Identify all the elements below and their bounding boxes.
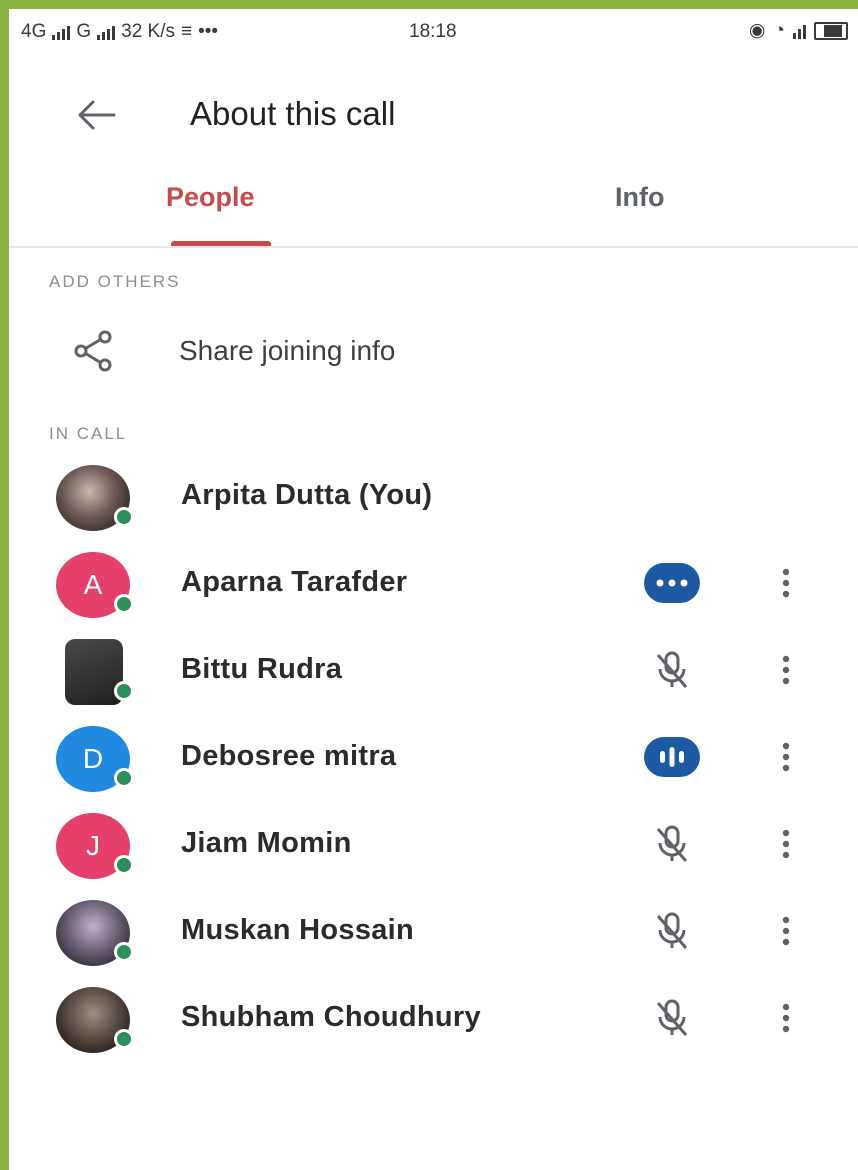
- online-indicator: [114, 507, 134, 527]
- participant-name: Aparna Tarafder: [181, 566, 408, 598]
- audio-status: [643, 993, 701, 1043]
- share-joining-info-row[interactable]: Share joining info: [9, 309, 858, 389]
- more-options-button[interactable]: [771, 647, 801, 693]
- participant-row[interactable]: D Debosree mitra: [9, 720, 858, 804]
- tab-bar: People Info: [9, 164, 858, 248]
- online-indicator: [114, 855, 134, 875]
- more-options-button[interactable]: [771, 560, 801, 606]
- alarm-icon: ◉: [748, 20, 766, 41]
- more-vert-icon: [782, 829, 790, 859]
- more-vert-icon: [782, 742, 790, 772]
- network-speed: 32 K/s: [121, 21, 176, 42]
- status-left: 4G G 32 K/s ≡ •••: [21, 21, 218, 43]
- participant-name: Arpita Dutta (You): [181, 479, 433, 511]
- status-right: ◉ ◔: [749, 19, 848, 42]
- participant-row[interactable]: Arpita Dutta (You): [9, 459, 858, 543]
- more-options-button[interactable]: [771, 908, 801, 954]
- signal-icon-3: [793, 23, 806, 39]
- audio-status: [643, 906, 701, 956]
- audio-active-icon: [644, 563, 700, 603]
- online-indicator: [114, 942, 134, 962]
- participant-name: Bittu Rudra: [181, 653, 343, 685]
- tab-people[interactable]: People: [166, 182, 255, 213]
- active-tab-indicator: [171, 241, 271, 246]
- online-indicator: [114, 594, 134, 614]
- section-label-add-others: ADD OTHERS: [49, 272, 181, 291]
- more-options-button[interactable]: [771, 821, 801, 867]
- more-options-button[interactable]: [771, 734, 801, 780]
- participant-name: Shubham Choudhury: [181, 1001, 481, 1033]
- participant-name: Muskan Hossain: [181, 914, 415, 946]
- more-vert-icon: [782, 655, 790, 685]
- status-bar: 4G G 32 K/s ≡ ••• 18:18 ◉ ◔: [9, 9, 858, 55]
- section-label-in-call: IN CALL: [49, 424, 128, 443]
- online-indicator: [114, 681, 134, 701]
- audio-status: [643, 558, 701, 608]
- audio-status: [643, 645, 701, 695]
- share-joining-info-label: Share joining info: [179, 335, 396, 366]
- participant-row[interactable]: Bittu Rudra: [9, 633, 858, 717]
- more-vert-icon: [782, 1003, 790, 1033]
- participant-name: Debosree mitra: [181, 740, 397, 772]
- mic-off-icon: [656, 651, 688, 688]
- page-title: About this call: [190, 95, 396, 132]
- audio-status: [643, 732, 701, 782]
- app-header: About this call: [9, 69, 858, 159]
- clock: 18:18: [409, 21, 457, 42]
- tab-info[interactable]: Info: [615, 182, 664, 213]
- share-icon: [74, 330, 112, 372]
- participant-row[interactable]: A Aparna Tarafder: [9, 546, 858, 630]
- mic-off-icon: [656, 825, 688, 862]
- more-vert-icon: [782, 568, 790, 598]
- participant-row[interactable]: Shubham Choudhury: [9, 981, 858, 1065]
- mic-off-icon: [656, 912, 688, 949]
- participant-name: Jiam Momin: [181, 827, 352, 859]
- speaking-icon: [644, 737, 700, 777]
- more-notifications: •••: [198, 21, 219, 42]
- signal-icon: [52, 24, 71, 40]
- network-type-1: 4G: [21, 21, 47, 42]
- menu-icon: ≡: [181, 21, 193, 42]
- arrow-back-icon: [78, 100, 116, 130]
- wifi-icon: ◔: [773, 19, 785, 41]
- more-vert-icon: [782, 916, 790, 946]
- online-indicator: [114, 768, 134, 788]
- participant-row[interactable]: Muskan Hossain: [9, 894, 858, 978]
- online-indicator: [114, 1029, 134, 1049]
- participant-row[interactable]: J Jiam Momin: [9, 807, 858, 891]
- screen: 4G G 32 K/s ≡ ••• 18:18 ◉ ◔ About this c…: [9, 9, 858, 1170]
- more-options-button[interactable]: [771, 995, 801, 1041]
- signal-icon-2: [97, 24, 116, 40]
- mic-off-icon: [656, 999, 688, 1036]
- battery-icon: [814, 21, 848, 40]
- network-type-2: G: [76, 21, 92, 42]
- audio-status: [643, 819, 701, 869]
- back-button[interactable]: [69, 91, 123, 139]
